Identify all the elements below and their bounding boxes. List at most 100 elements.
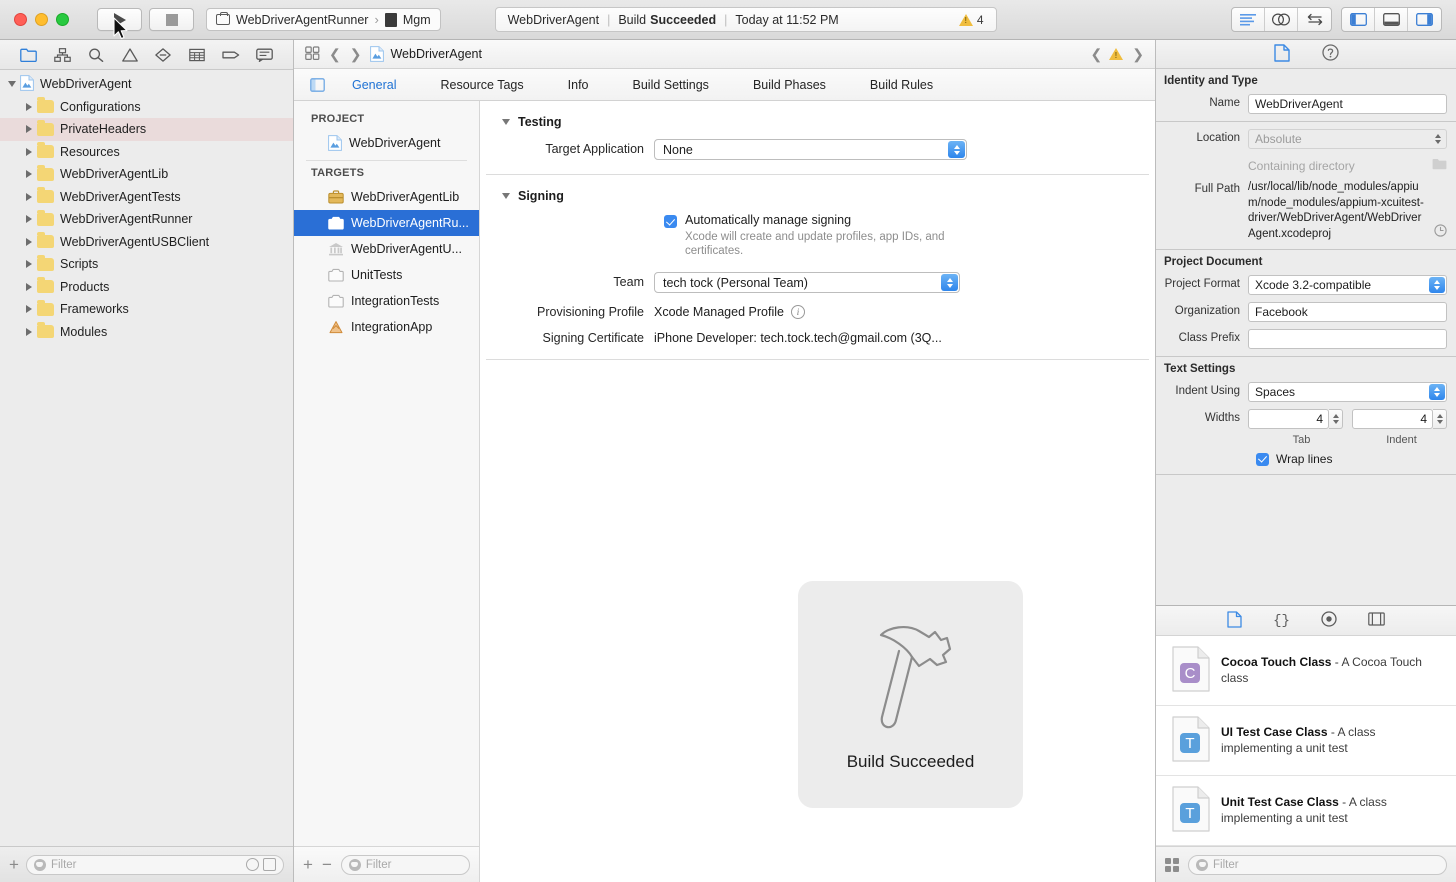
- tab-info[interactable]: Info: [546, 78, 611, 92]
- chevron-right-icon[interactable]: [23, 214, 34, 225]
- chevron-right-icon[interactable]: [23, 304, 34, 315]
- library-filter-field[interactable]: Filter: [1188, 854, 1447, 875]
- library-item[interactable]: T Unit Test Case Class - A class implemen…: [1156, 776, 1456, 846]
- quick-help-inspector-tab[interactable]: [1321, 44, 1339, 64]
- toggle-debug-area-button[interactable]: [1375, 8, 1408, 31]
- test-navigator-tab[interactable]: [151, 44, 175, 66]
- chevron-down-icon[interactable]: [6, 79, 17, 90]
- file-tree-row[interactable]: Scripts: [0, 253, 293, 276]
- source-control-navigator-tab[interactable]: [50, 44, 74, 66]
- indent-width-stepper[interactable]: 4: [1352, 409, 1447, 429]
- location-select[interactable]: Absolute: [1248, 129, 1447, 149]
- file-tree-row[interactable]: PrivateHeaders: [0, 118, 293, 141]
- source-control-filter-icon[interactable]: [263, 858, 276, 871]
- toggle-targets-list-button[interactable]: [304, 77, 330, 92]
- reveal-in-finder-icon[interactable]: [1434, 223, 1447, 243]
- close-window-button[interactable]: [14, 13, 27, 26]
- navigate-forward-button[interactable]: ❯: [350, 46, 362, 63]
- tab-build-settings[interactable]: Build Settings: [611, 78, 731, 92]
- indent-using-select[interactable]: Spaces: [1248, 382, 1447, 402]
- remove-target-button[interactable]: −: [322, 856, 332, 873]
- add-file-button[interactable]: +: [9, 856, 19, 873]
- target-item[interactable]: UnitTests: [294, 262, 479, 288]
- file-tree-row[interactable]: WebDriverAgentLib: [0, 163, 293, 186]
- project-format-select[interactable]: Xcode 3.2-compatible: [1248, 275, 1447, 295]
- file-tree-row[interactable]: WebDriverAgent: [0, 73, 293, 96]
- breakpoint-navigator-tab[interactable]: [219, 44, 243, 66]
- report-navigator-tab[interactable]: [252, 44, 276, 66]
- debug-navigator-tab[interactable]: [185, 44, 209, 66]
- file-tree-row[interactable]: Products: [0, 276, 293, 299]
- tab-width-stepper[interactable]: 4: [1248, 409, 1343, 429]
- targets-filter-field[interactable]: Filter: [340, 854, 470, 875]
- symbol-navigator-tab[interactable]: [84, 44, 108, 66]
- issue-navigator-tab[interactable]: [118, 44, 142, 66]
- warning-triangle-icon[interactable]: [1109, 48, 1124, 60]
- wrap-lines-checkbox[interactable]: [1256, 452, 1269, 466]
- library-item[interactable]: C Cocoa Touch Class - A Cocoa Touch class: [1156, 636, 1456, 706]
- info-icon[interactable]: i: [790, 305, 805, 319]
- add-target-button[interactable]: +: [303, 856, 313, 873]
- breadcrumb[interactable]: WebDriverAgent: [370, 46, 482, 62]
- team-select[interactable]: tech tock (Personal Team): [654, 272, 960, 293]
- project-item-webdriveragent[interactable]: WebDriverAgent: [294, 130, 479, 156]
- name-field[interactable]: WebDriverAgent: [1248, 94, 1447, 114]
- target-item[interactable]: WebDriverAgentU...: [294, 236, 479, 262]
- minimize-window-button[interactable]: [35, 13, 48, 26]
- tab-build-phases[interactable]: Build Phases: [731, 78, 848, 92]
- chevron-right-icon[interactable]: [23, 326, 34, 337]
- targets-list[interactable]: WebDriverAgentLib WebDriverAgentRu... WebD…: [294, 184, 479, 340]
- target-application-select[interactable]: None: [654, 139, 967, 160]
- targets-scroll[interactable]: PROJECT WebDriverAgent TARGETS WebDriver…: [294, 101, 479, 846]
- tab-build-rules[interactable]: Build Rules: [848, 78, 955, 92]
- class-prefix-field[interactable]: [1248, 329, 1447, 349]
- project-file-tree[interactable]: WebDriverAgent Configurations PrivateHeade…: [0, 70, 293, 846]
- tab-width-field[interactable]: 4: [1248, 409, 1329, 429]
- media-library-tab[interactable]: [1368, 612, 1385, 629]
- navigate-back-button[interactable]: ❮: [329, 46, 341, 63]
- version-editor-button[interactable]: [1298, 8, 1331, 31]
- editor-tabs[interactable]: General Resource Tags Info Build Settings Bu…: [330, 78, 955, 92]
- toggle-navigator-button[interactable]: [1342, 8, 1375, 31]
- object-library-tab[interactable]: [1321, 611, 1337, 630]
- target-item[interactable]: WebDriverAgentRu...: [294, 210, 479, 236]
- chevron-right-icon[interactable]: [23, 191, 34, 202]
- recent-files-filter-icon[interactable]: [246, 858, 259, 871]
- file-tree-row[interactable]: WebDriverAgentTests: [0, 186, 293, 209]
- library-grid-view-button[interactable]: [1165, 857, 1179, 872]
- tab-resource-tags[interactable]: Resource Tags: [418, 78, 545, 92]
- chevron-right-icon[interactable]: [23, 124, 34, 135]
- library-item-list[interactable]: C Cocoa Touch Class - A Cocoa Touch class…: [1156, 636, 1456, 846]
- file-tree-row[interactable]: WebDriverAgentUSBClient: [0, 231, 293, 254]
- tab-general[interactable]: General: [330, 78, 418, 92]
- stop-button[interactable]: [149, 8, 194, 31]
- warning-count[interactable]: 4: [977, 13, 984, 27]
- assistant-editor-button[interactable]: [1265, 8, 1298, 31]
- chevron-right-icon[interactable]: [23, 146, 34, 157]
- code-snippet-library-tab[interactable]: {}: [1273, 613, 1290, 629]
- related-items-icon[interactable]: [305, 45, 320, 63]
- maximize-window-button[interactable]: [56, 13, 69, 26]
- toggle-inspector-button[interactable]: [1408, 8, 1441, 31]
- standard-editor-button[interactable]: [1232, 8, 1265, 31]
- navigator-filter-field[interactable]: Filter: [25, 854, 284, 875]
- file-tree-row[interactable]: WebDriverAgentRunner: [0, 208, 293, 231]
- target-item[interactable]: IntegrationTests: [294, 288, 479, 314]
- file-tree-row[interactable]: Configurations: [0, 96, 293, 119]
- project-navigator-tab[interactable]: [17, 44, 41, 66]
- testing-section-header[interactable]: Testing: [502, 115, 1133, 129]
- indent-width-field[interactable]: 4: [1352, 409, 1433, 429]
- next-issue-button[interactable]: ❯: [1132, 46, 1144, 63]
- tab-width-stepper-buttons[interactable]: [1329, 409, 1343, 429]
- signing-section-header[interactable]: Signing: [502, 189, 1133, 203]
- library-item[interactable]: T UI Test Case Class - A class implementi…: [1156, 706, 1456, 776]
- previous-issue-button[interactable]: ❮: [1091, 46, 1103, 63]
- chevron-right-icon[interactable]: [23, 101, 34, 112]
- indent-width-stepper-buttons[interactable]: [1433, 409, 1447, 429]
- chevron-right-icon[interactable]: [23, 236, 34, 247]
- containing-directory-folder-icon[interactable]: [1432, 158, 1447, 173]
- file-inspector-tab[interactable]: [1273, 43, 1290, 65]
- chevron-right-icon[interactable]: [23, 259, 34, 270]
- file-tree-row[interactable]: Resources: [0, 141, 293, 164]
- auto-manage-signing-checkbox[interactable]: [664, 215, 677, 228]
